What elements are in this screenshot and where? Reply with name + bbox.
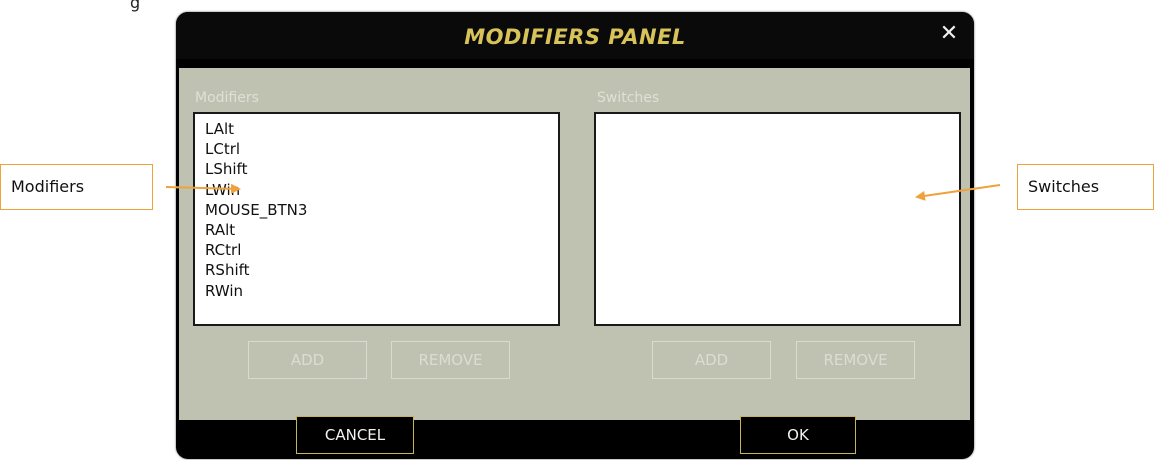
switches-callout-arrow [915, 184, 1001, 201]
modifiers-callout-arrow [165, 183, 241, 194]
callout-arrows [165, 183, 1001, 201]
